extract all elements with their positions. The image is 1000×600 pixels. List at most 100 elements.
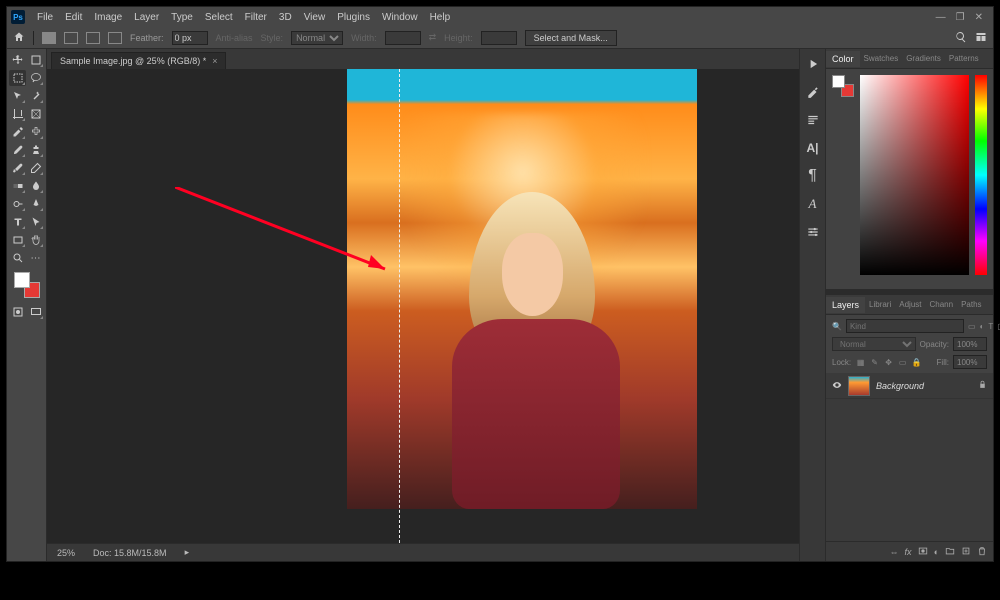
menu-edit[interactable]: Edit [59, 9, 88, 26]
frame-tool[interactable] [27, 106, 44, 122]
fill-input[interactable] [953, 355, 987, 369]
magic-wand-tool[interactable] [27, 88, 44, 104]
filter-type-icon[interactable]: T [988, 322, 993, 331]
menu-filter[interactable]: Filter [239, 9, 273, 26]
lock-position-icon[interactable]: ✥ [883, 358, 894, 367]
eyedropper-tool[interactable] [9, 124, 26, 140]
color-panel-swatches[interactable] [832, 75, 854, 97]
adjustments-panel-icon[interactable] [804, 223, 822, 241]
window-maximize-button[interactable]: ❐ [956, 12, 965, 23]
lock-artboard-icon[interactable]: ▭ [897, 358, 908, 367]
home-icon[interactable] [13, 31, 25, 45]
new-layer-icon[interactable] [961, 546, 971, 558]
glyphs-panel-icon[interactable]: A [804, 195, 822, 213]
zoom-level[interactable]: 25% [57, 548, 75, 558]
spot-heal-tool[interactable] [27, 124, 44, 140]
menu-select[interactable]: Select [199, 9, 239, 26]
color-swatches[interactable] [14, 272, 40, 298]
marquee-tool[interactable] [9, 70, 26, 86]
pen-tool[interactable] [27, 196, 44, 212]
workspace-switcher-icon[interactable] [975, 31, 987, 45]
color-field-picker[interactable] [860, 75, 969, 275]
window-minimize-button[interactable]: — [936, 12, 946, 23]
layer-style-icon[interactable]: fx [905, 547, 912, 557]
layer-lock-icon[interactable] [978, 380, 987, 391]
gradient-tool[interactable] [9, 178, 26, 194]
tab-gradients[interactable]: Gradients [902, 51, 945, 66]
clone-stamp-tool[interactable] [27, 142, 44, 158]
type-tool[interactable] [9, 214, 26, 230]
history-panel-icon[interactable] [804, 111, 822, 129]
layer-kind-filter[interactable] [846, 319, 964, 333]
lock-pixels-icon[interactable]: ✎ [869, 358, 880, 367]
path-select-tool[interactable] [27, 214, 44, 230]
window-close-button[interactable]: ✕ [975, 12, 983, 23]
lock-transparency-icon[interactable]: ▦ [855, 358, 866, 367]
edit-toolbar-button[interactable]: ⋯ [27, 250, 44, 266]
tab-layers[interactable]: Layers [826, 297, 865, 313]
screen-mode-toggle[interactable] [27, 304, 44, 320]
blend-mode-select[interactable]: Normal [832, 337, 916, 351]
layer-thumbnail[interactable] [848, 376, 870, 396]
close-tab-button[interactable]: × [212, 56, 217, 66]
tab-color[interactable]: Color [826, 51, 860, 67]
foreground-color-swatch[interactable] [14, 272, 30, 288]
adjustment-layer-icon[interactable]: ◐ [934, 547, 939, 557]
delete-layer-icon[interactable] [977, 546, 987, 558]
menu-type[interactable]: Type [165, 9, 199, 26]
tab-paths[interactable]: Paths [957, 297, 985, 312]
layer-group-icon[interactable] [945, 546, 955, 558]
canvas-viewport[interactable] [47, 69, 799, 543]
paragraph-panel-icon[interactable]: ¶ [804, 167, 822, 185]
character-panel-icon[interactable]: A| [804, 139, 822, 157]
style-select[interactable]: Normal [291, 31, 343, 45]
lock-all-icon[interactable]: 🔒 [911, 358, 922, 367]
actions-panel-icon[interactable] [804, 55, 822, 73]
zoom-tool[interactable] [9, 250, 26, 266]
layer-mask-icon[interactable] [918, 546, 928, 558]
history-brush-tool[interactable] [9, 160, 26, 176]
tab-libraries[interactable]: Librari [865, 297, 895, 312]
add-to-selection-icon[interactable] [64, 32, 78, 44]
rectangle-tool[interactable] [9, 232, 26, 248]
blur-tool[interactable] [27, 178, 44, 194]
fg-mini-swatch[interactable] [832, 75, 845, 88]
menu-plugins[interactable]: Plugins [331, 9, 376, 26]
move-tool[interactable] [9, 52, 26, 68]
tab-patterns[interactable]: Patterns [945, 51, 983, 66]
brushes-panel-icon[interactable] [804, 83, 822, 101]
layer-visibility-toggle[interactable] [832, 380, 842, 392]
menu-image[interactable]: Image [88, 9, 128, 26]
subtract-from-selection-icon[interactable] [86, 32, 100, 44]
menu-layer[interactable]: Layer [128, 9, 165, 26]
new-selection-icon[interactable] [42, 32, 56, 44]
object-select-tool[interactable] [9, 88, 26, 104]
eraser-tool[interactable] [27, 160, 44, 176]
hand-tool[interactable] [27, 232, 44, 248]
hue-slider[interactable] [975, 75, 987, 275]
opacity-input[interactable] [953, 337, 987, 351]
tab-channels[interactable]: Chann [925, 297, 957, 312]
tab-swatches[interactable]: Swatches [860, 51, 903, 66]
menu-3d[interactable]: 3D [273, 9, 298, 26]
quick-mask-toggle[interactable] [9, 304, 26, 320]
select-and-mask-button[interactable]: Select and Mask... [525, 30, 617, 46]
link-layers-icon[interactable]: ⇔ [890, 547, 899, 557]
artboard-tool[interactable] [27, 52, 44, 68]
brush-tool[interactable] [9, 142, 26, 158]
search-icon[interactable] [955, 31, 967, 45]
lasso-tool[interactable] [27, 70, 44, 86]
filter-pixel-icon[interactable]: ▭ [968, 322, 976, 331]
selection-marquee[interactable] [399, 69, 400, 543]
menu-file[interactable]: File [31, 9, 59, 26]
menu-view[interactable]: View [298, 9, 332, 26]
feather-input[interactable] [172, 31, 208, 45]
layer-name[interactable]: Background [876, 381, 972, 391]
dodge-tool[interactable] [9, 196, 26, 212]
status-caret-icon[interactable]: ▸ [185, 547, 190, 558]
menu-help[interactable]: Help [424, 9, 457, 26]
menu-window[interactable]: Window [376, 9, 424, 26]
layer-row[interactable]: Background [826, 373, 993, 399]
crop-tool[interactable] [9, 106, 26, 122]
filter-adjust-icon[interactable]: ◐ [980, 322, 985, 331]
